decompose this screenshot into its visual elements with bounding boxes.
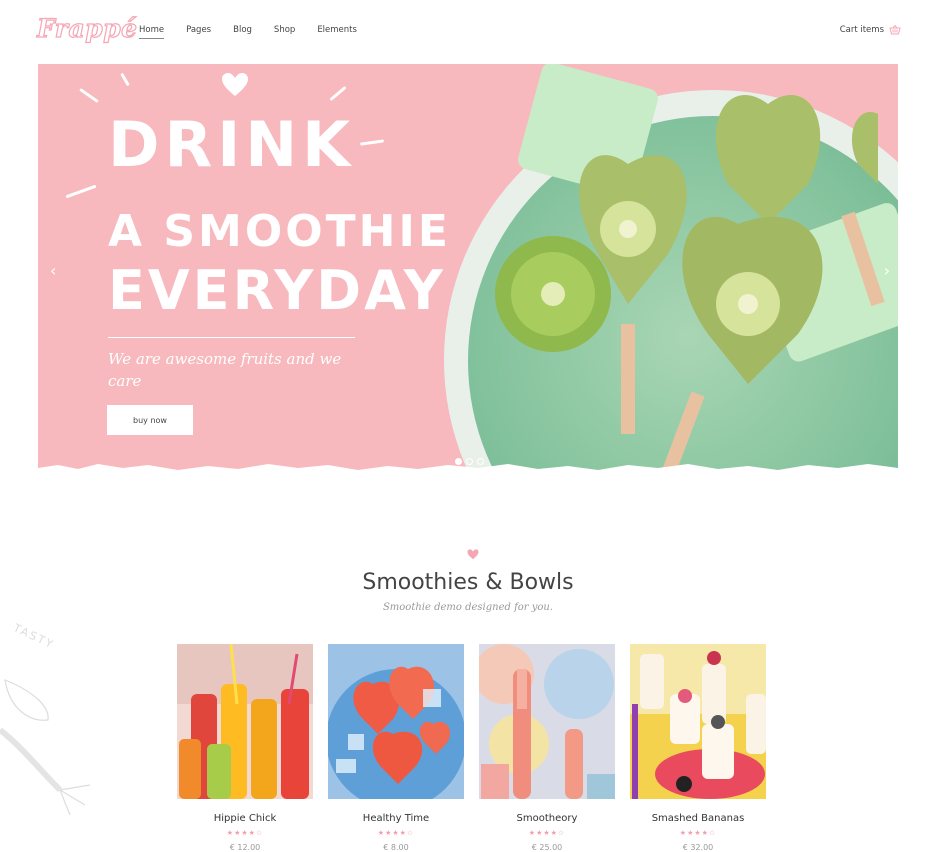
product-name[interactable]: Hippie Chick <box>177 813 313 824</box>
heart-icon <box>467 549 479 560</box>
product-rating: ★★★★☆ <box>679 830 717 837</box>
hero-title-line3: EVERYDAY <box>108 259 446 322</box>
main-nav: Home Pages Blog Shop Elements <box>139 25 379 39</box>
carrot-sketch-icon <box>0 679 91 816</box>
hero-slider: DRINK A SMOOTHIE EVERYDAY We are awesome… <box>38 64 898 474</box>
product-card[interactable]: Smootheory ★★★★☆ € 25.00 <box>479 644 615 852</box>
product-card[interactable]: Smashed Bananas ★★★★☆ € 32.00 <box>630 644 766 852</box>
tasty-decor-text: TASTY <box>11 621 57 652</box>
product-card[interactable]: Hippie Chick ★★★★☆ € 12.00 <box>177 644 313 852</box>
product-rating: ★★★★☆ <box>528 830 566 837</box>
decor-dash <box>79 87 99 104</box>
torn-edge <box>38 464 898 474</box>
hero-title-line2: A SMOOTHIE <box>108 206 451 257</box>
popsicle-image <box>495 64 898 474</box>
product-grid: Hippie Chick ★★★★☆ € 12.00 Healthy Time … <box>177 644 766 852</box>
product-image[interactable] <box>177 644 313 799</box>
buy-now-button[interactable]: buy now <box>107 405 193 435</box>
nav-blog[interactable]: Blog <box>233 25 252 35</box>
hero-divider <box>108 337 355 338</box>
cart-link[interactable]: Cart items <box>840 25 901 35</box>
nav-home[interactable]: Home <box>139 25 165 39</box>
nav-elements[interactable]: Elements <box>317 25 357 35</box>
slider-next-arrow[interactable]: › <box>884 261 890 280</box>
section-subtitle: Smoothie demo designed for you. <box>382 602 554 613</box>
product-name[interactable]: Healthy Time <box>328 813 464 824</box>
hero-subtitle: We are awesome fruits and we care <box>108 350 342 390</box>
decor-dash <box>65 184 97 199</box>
product-image[interactable] <box>479 644 615 799</box>
slider-prev-arrow[interactable]: ‹ <box>50 261 56 280</box>
nav-shop[interactable]: Shop <box>274 25 295 35</box>
decor-dash <box>329 85 347 102</box>
cart-label: Cart items <box>839 25 884 35</box>
hero-title-line1: DRINK <box>108 108 356 181</box>
decor-dash <box>120 72 130 87</box>
cart-icon <box>889 25 901 35</box>
section-title: Smoothies & Bowls <box>362 570 574 595</box>
product-name[interactable]: Smashed Bananas <box>630 813 766 824</box>
product-rating: ★★★★☆ <box>377 830 415 837</box>
decor-dash <box>359 139 385 146</box>
nav-pages[interactable]: Pages <box>186 25 211 35</box>
logo[interactable]: Frappé <box>36 13 137 43</box>
product-rating: ★★★★☆ <box>226 830 264 837</box>
heart-icon <box>222 73 248 96</box>
product-image[interactable] <box>630 644 766 799</box>
product-image[interactable] <box>328 644 464 799</box>
product-card[interactable]: Healthy Time ★★★★☆ € 8.00 <box>328 644 464 852</box>
product-name[interactable]: Smootheory <box>479 813 615 824</box>
